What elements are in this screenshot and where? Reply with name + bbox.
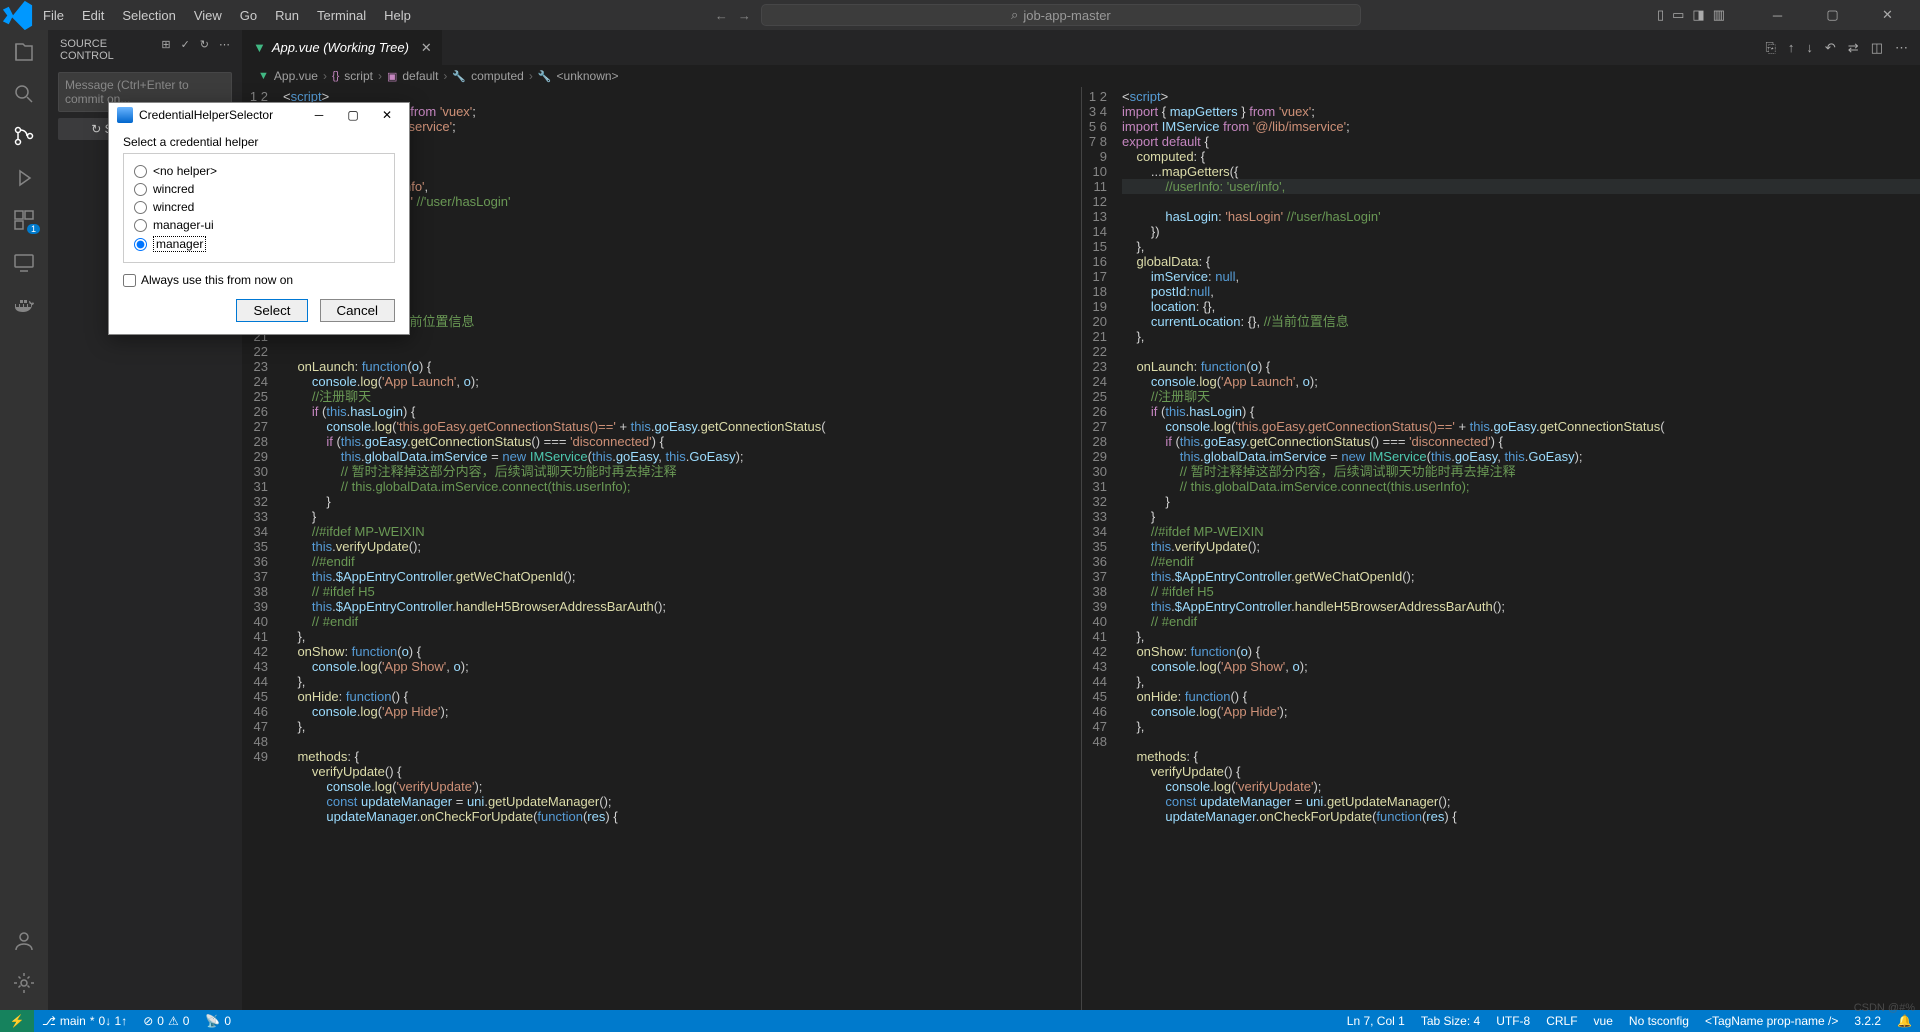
split-icon[interactable]: ◫ [1871,40,1883,56]
always-checkbox[interactable] [123,274,136,287]
nav-fwd-icon[interactable]: → [738,8,751,23]
notifications-icon[interactable]: 🔔 [1889,1014,1920,1028]
open-changes-icon[interactable]: ⎘ [1765,40,1775,56]
search-icon[interactable] [12,82,36,106]
more-icon[interactable]: ⋯ [1895,40,1908,56]
credential-option[interactable]: <no helper> [134,162,384,180]
credential-option[interactable]: wincred [134,180,384,198]
problems-indicator[interactable]: ⊘ 0 ⚠ 0 [135,1014,197,1028]
status-bar: ⚡ ⎇ main* 0↓ 1↑ ⊘ 0 ⚠ 0 📡 0 Ln 7, Col 1 … [0,1010,1920,1032]
diff-icon[interactable]: ⇄ [1848,40,1859,56]
menu-run[interactable]: Run [267,4,307,27]
version-indicator[interactable]: 3.2.2 [1846,1014,1889,1028]
encoding-indicator[interactable]: UTF-8 [1488,1014,1538,1028]
vscode-logo-icon [0,0,35,33]
indent-indicator[interactable]: Tab Size: 4 [1413,1014,1488,1028]
close-button[interactable]: ✕ [373,108,401,122]
remote-button[interactable]: ⚡ [0,1010,34,1032]
dialog-prompt: Select a credential helper [123,135,395,149]
close-icon[interactable]: ✕ [421,40,432,56]
more-icon[interactable]: ⋯ [219,38,230,62]
extensions-icon[interactable]: 1 [12,208,36,232]
branch-indicator[interactable]: ⎇ main* 0↓ 1↑ [34,1014,135,1028]
panel-icon[interactable]: ▭ [1672,7,1684,23]
menu-view[interactable]: View [186,4,230,27]
breadcrumb-item[interactable]: <unknown> [557,69,619,83]
watermark: CSDN @#% [1854,1002,1915,1014]
arrow-down-icon[interactable]: ↓ [1806,40,1813,56]
language-indicator[interactable]: vue [1586,1014,1621,1028]
debug-icon[interactable] [12,166,36,190]
nav-back-icon[interactable]: ← [715,8,728,23]
menu-help[interactable]: Help [376,4,419,27]
cursor-position[interactable]: Ln 7, Col 1 [1339,1014,1413,1028]
search-icon: ⌕ [1011,7,1018,23]
remote-icon[interactable] [12,250,36,274]
maximize-button[interactable]: ▢ [339,108,367,122]
ports-indicator[interactable]: 📡 0 [197,1014,239,1028]
minimize-button[interactable]: ─ [1755,8,1800,23]
explorer-icon[interactable] [12,40,36,64]
credential-helper-dialog: CredentialHelperSelector ─ ▢ ✕ Select a … [108,102,410,335]
customize-icon[interactable]: ▥ [1713,7,1725,23]
tsconfig-indicator[interactable]: No tsconfig [1621,1014,1697,1028]
activity-bar: 1 [0,30,48,1010]
credential-option[interactable]: manager [134,234,384,254]
layout-icon[interactable]: ▯ [1657,7,1664,23]
menu-file[interactable]: File [35,4,72,27]
app-icon [117,107,133,123]
select-button[interactable]: Select [236,299,307,322]
minimize-button[interactable]: ─ [305,108,333,122]
tag-indicator[interactable]: <TagName prop-name /> [1697,1014,1846,1028]
eol-indicator[interactable]: CRLF [1538,1014,1585,1028]
breadcrumb[interactable]: ▼ App.vue›{} script›▣ default›🔧 computed… [243,65,1920,87]
diff-right-pane[interactable]: 1 2 3 4 5 6 7 8 9 10 11 12 13 14 15 16 1… [1081,87,1920,1010]
credential-option[interactable]: manager-ui [134,216,384,234]
revert-icon[interactable]: ↶ [1825,40,1836,56]
cancel-button[interactable]: Cancel [320,299,396,322]
command-center[interactable]: ⌕job-app-master [761,4,1361,26]
tab-app-vue[interactable]: ▼ App.vue (Working Tree) ✕ [243,30,443,65]
breadcrumb-item[interactable]: computed [471,69,524,83]
vue-icon: ▼ [253,40,266,55]
check-icon[interactable]: ✓ [181,38,190,62]
menu-go[interactable]: Go [232,4,265,27]
docker-icon[interactable] [12,292,36,316]
editor-tabs: ▼ App.vue (Working Tree) ✕ ⎘ ↑ ↓ ↶ ⇄ ◫ ⋯ [243,30,1920,65]
menu-edit[interactable]: Edit [74,4,112,27]
menu-terminal[interactable]: Terminal [309,4,374,27]
scm-icon[interactable] [12,124,36,148]
title-bar: FileEditSelectionViewGoRunTerminalHelp ←… [0,0,1920,30]
arrow-up-icon[interactable]: ↑ [1788,40,1795,56]
gear-icon[interactable] [12,971,36,995]
refresh-icon[interactable]: ↻ [200,38,209,62]
breadcrumb-item[interactable]: script [344,69,373,83]
maximize-button[interactable]: ▢ [1810,7,1855,23]
close-button[interactable]: ✕ [1865,7,1910,23]
breadcrumb-item[interactable]: App.vue [274,69,318,83]
menu-selection[interactable]: Selection [114,4,183,27]
sidebar-right-icon[interactable]: ◨ [1692,7,1704,23]
credential-option[interactable]: wincred [134,198,384,216]
sidebar-title: SOURCE CONTROL [60,38,161,62]
account-icon[interactable] [12,929,36,953]
tree-icon[interactable]: ⊞ [161,38,170,62]
breadcrumb-item[interactable]: default [402,69,438,83]
dialog-title: CredentialHelperSelector [139,108,273,122]
